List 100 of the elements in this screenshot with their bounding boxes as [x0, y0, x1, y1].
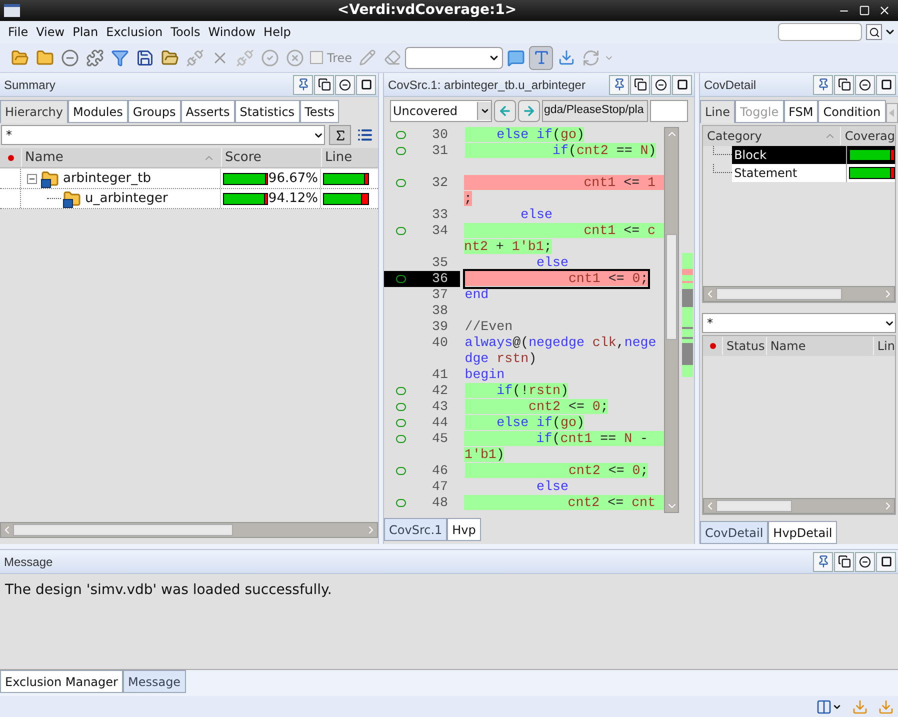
line-number: 47 [431, 479, 448, 495]
column-header[interactable]: Coverag [840, 127, 895, 145]
tree-checkbox[interactable] [310, 51, 323, 64]
category-row[interactable]: Block [732, 146, 846, 164]
menu-item[interactable]: File [4, 23, 32, 41]
maximize-icon[interactable] [672, 74, 692, 94]
tab[interactable]: Groups [128, 100, 181, 123]
module-folder-icon [41, 170, 61, 188]
column-header[interactable]: Score [221, 148, 321, 168]
category-row[interactable]: Statement [732, 164, 846, 182]
code-text: 1'b1) [464, 447, 504, 463]
menu-item[interactable]: Plan [68, 23, 102, 41]
code-text: else [536, 255, 568, 271]
code-text: if(cnt1 == N - [464, 431, 664, 447]
tab[interactable]: Condition [818, 100, 886, 123]
minimize-icon[interactable] [335, 74, 355, 94]
search-icon[interactable] [866, 24, 882, 40]
line-number: 30 [431, 127, 448, 143]
horizontal-scrollbar[interactable] [0, 522, 378, 538]
tree-item-label[interactable]: arbinteger_tb [63, 168, 151, 188]
input-field[interactable] [650, 100, 688, 122]
tab[interactable]: Statistics [234, 100, 300, 123]
maximize-icon[interactable] [356, 74, 376, 94]
back-button[interactable] [494, 100, 516, 122]
path-field[interactable]: gda/PleaseStop/pla [542, 100, 648, 122]
line-number: 35 [431, 255, 448, 271]
minimize-icon[interactable] [855, 552, 875, 572]
tree-item-label[interactable]: u_arbinteger [85, 188, 168, 208]
panel-title: CovSrc.1: arbinteger_tb.u_arbinteger [388, 76, 586, 94]
mode-dropdown[interactable]: Uncovered [390, 100, 492, 122]
scrollbar-thumb[interactable] [666, 234, 677, 340]
tab[interactable]: Tests [300, 100, 340, 123]
column-header[interactable]: Name [21, 148, 221, 168]
float-window-icon[interactable] [314, 74, 334, 94]
tab[interactable]: Hvp [447, 518, 481, 541]
float-window-icon[interactable] [630, 74, 650, 94]
pin-icon[interactable] [293, 74, 313, 94]
panel-title: CovDetail [704, 76, 758, 94]
search-field[interactable] [778, 23, 862, 41]
column-header[interactable]: Lin [873, 337, 895, 355]
add-text-icon[interactable] [529, 46, 554, 70]
vertical-scrollbar[interactable] [664, 127, 679, 513]
code-text: else if(go) [464, 415, 584, 431]
tab[interactable]: CovSrc.1 [384, 518, 448, 541]
tab[interactable]: CovDetail [700, 521, 768, 544]
tab[interactable]: HvpDetail [768, 521, 838, 544]
menu-item[interactable]: Exclusion [102, 23, 167, 41]
filter-combo[interactable]: * [1, 125, 325, 145]
code-text: else [536, 479, 568, 495]
tab[interactable]: Hierarchy [0, 100, 68, 123]
pin-icon[interactable] [609, 74, 629, 94]
minimize-icon[interactable] [855, 74, 875, 94]
scroll-left-icon[interactable] [886, 103, 898, 123]
horizontal-scrollbar[interactable] [703, 498, 895, 514]
code-text: //Even [464, 319, 513, 335]
float-window-icon[interactable] [834, 552, 854, 572]
float-window-icon[interactable] [834, 74, 854, 94]
combo-box[interactable] [405, 46, 504, 68]
column-header[interactable]: Category [703, 127, 840, 145]
pin-icon[interactable] [813, 552, 833, 572]
filter-value: * [707, 315, 714, 332]
filter-combo[interactable]: * [702, 313, 896, 333]
menu-item[interactable]: Help [260, 23, 295, 41]
menu-item[interactable]: View [32, 23, 69, 41]
column-header[interactable]: Status [722, 337, 766, 355]
list-icon[interactable] [357, 127, 373, 143]
scrollbar-thumb[interactable] [716, 500, 792, 512]
column-header[interactable]: Name [766, 337, 874, 355]
download-icon[interactable] [852, 698, 868, 714]
layout-icon[interactable] [816, 698, 842, 714]
tab[interactable]: Exclusion Manager [0, 670, 123, 693]
scrollbar-thumb[interactable] [716, 288, 842, 300]
tab[interactable]: Line [700, 100, 736, 123]
horizontal-scrollbar[interactable] [703, 286, 895, 302]
app-icon [4, 4, 20, 17]
code-text: cnt1 <= c [464, 223, 664, 239]
line-number: 44 [431, 415, 448, 431]
menu-item[interactable]: Window [204, 23, 260, 41]
mode-value: Uncovered [393, 103, 458, 120]
menu-item[interactable]: Tools [166, 23, 204, 41]
scrollbar-thumb[interactable] [13, 524, 233, 536]
download-icon[interactable] [878, 698, 894, 714]
line-number: 43 [431, 399, 448, 415]
tab[interactable]: Asserts [180, 100, 235, 123]
tab[interactable]: Modules [68, 100, 128, 123]
tab[interactable]: FSM [784, 100, 818, 123]
pin-icon[interactable] [813, 74, 833, 94]
maximize-icon[interactable] [876, 552, 896, 572]
forward-button[interactable] [518, 100, 540, 122]
column-header[interactable]: Line [321, 148, 378, 168]
collapse-toggle[interactable] [27, 174, 37, 184]
line-number: 37 [431, 287, 448, 303]
window-title: <Verdi:vdCoverage:1> [336, 1, 518, 20]
maximize-icon[interactable] [876, 74, 896, 94]
sigma-button[interactable] [329, 125, 351, 145]
line-number: 41 [431, 367, 448, 383]
tab[interactable]: Message [122, 670, 186, 693]
code-text: cnt1 <= 0; [464, 271, 648, 287]
line-number: 31 [431, 143, 448, 159]
minimize-icon[interactable] [651, 74, 671, 94]
